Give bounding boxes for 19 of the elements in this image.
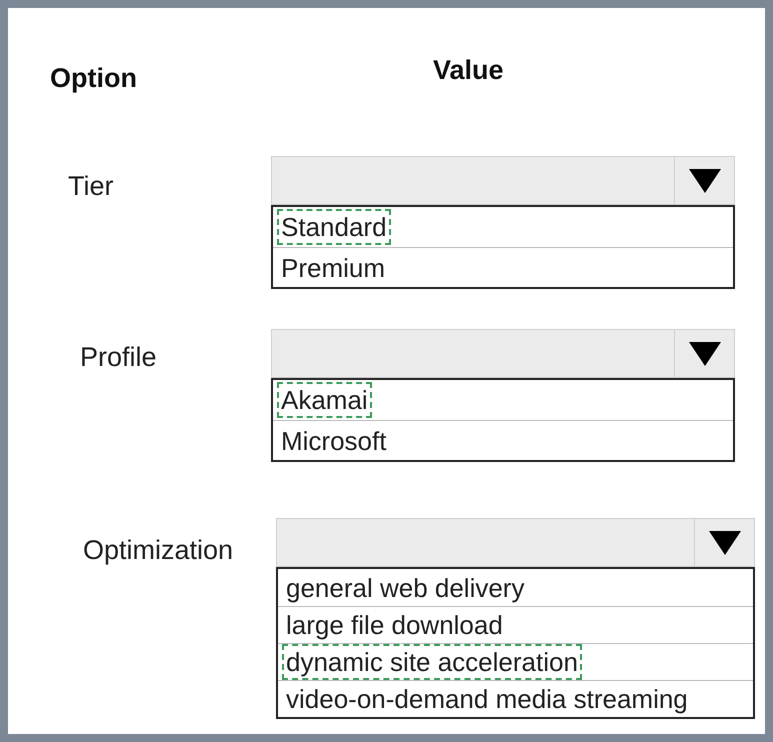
value-heading: Value bbox=[432, 54, 504, 87]
option-heading: Option bbox=[50, 62, 137, 95]
option-item[interactable]: large file download bbox=[284, 609, 505, 641]
dropdown[interactable] bbox=[271, 329, 735, 378]
option-item[interactable]: Microsoft bbox=[279, 424, 388, 456]
option-label: Optimization bbox=[83, 534, 234, 567]
option-item[interactable]: video-on-demand media streaming bbox=[284, 683, 690, 715]
caret-icon bbox=[708, 530, 740, 554]
option-label: Profile bbox=[80, 341, 158, 374]
caret-icon bbox=[688, 342, 720, 366]
option-item[interactable]: Akamai bbox=[279, 384, 370, 416]
caret-icon bbox=[688, 168, 720, 192]
option-item[interactable]: Premium bbox=[279, 252, 388, 284]
option-item[interactable]: dynamic site acceleration bbox=[284, 646, 580, 678]
dropdown[interactable] bbox=[276, 518, 755, 567]
option-item[interactable]: general web delivery bbox=[284, 572, 526, 604]
dropdown[interactable] bbox=[271, 156, 735, 205]
option-label: Tier bbox=[68, 170, 114, 203]
option-item[interactable]: Standard bbox=[279, 211, 389, 243]
